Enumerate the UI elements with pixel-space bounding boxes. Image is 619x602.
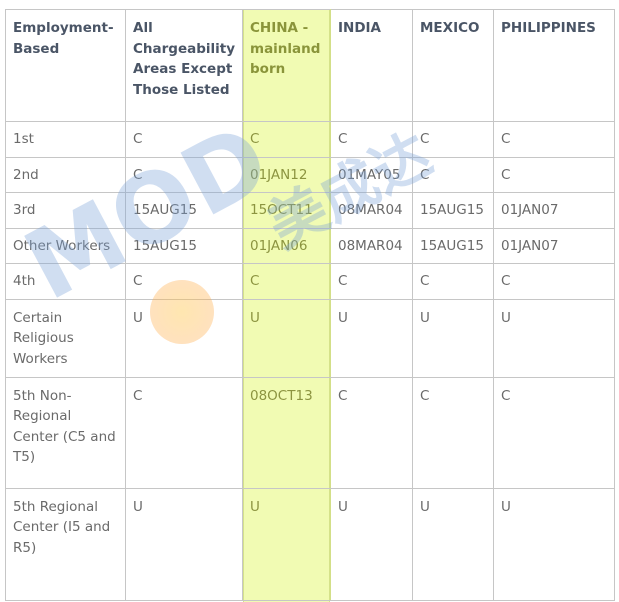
cell-philippines: 01JAN07 xyxy=(493,192,615,229)
row-category: 3rd xyxy=(5,192,126,229)
cell-china: C xyxy=(242,121,331,158)
cell-china: 01JAN12 xyxy=(242,156,331,193)
cell-china: U xyxy=(242,487,331,601)
cell-mexico: C xyxy=(412,376,494,489)
cell-india: 08MAR04 xyxy=(330,192,413,229)
table-row: 1st C C C C C xyxy=(5,121,615,158)
table-row: 2nd C 01JAN12 01MAY05 C C xyxy=(5,156,615,193)
cell-philippines: U xyxy=(493,298,615,378)
header-philippines: PHILIPPINES xyxy=(493,9,615,122)
cell-philippines: C xyxy=(493,263,615,300)
table-row: 4th C C C C C xyxy=(5,263,615,300)
cell-all: 15AUG15 xyxy=(125,192,243,229)
cell-india: C xyxy=(330,376,413,489)
row-category: Other Workers xyxy=(5,227,126,264)
row-category: 5th Non-Regional Center (C5 and T5) xyxy=(5,376,126,489)
header-employment-based: Employment-Based xyxy=(5,9,126,122)
cell-india: C xyxy=(330,121,413,158)
table-header-row: Employment-Based All Chargeability Areas… xyxy=(5,9,615,122)
cell-mexico: C xyxy=(412,156,494,193)
header-china: CHINA - mainland born xyxy=(242,9,331,122)
cell-all: C xyxy=(125,263,243,300)
header-all-chargeability: All Chargeability Areas Except Those Lis… xyxy=(125,9,243,122)
cell-all: U xyxy=(125,298,243,378)
table-row: Other Workers 15AUG15 01JAN06 08MAR04 15… xyxy=(5,227,615,264)
cell-all: U xyxy=(125,487,243,601)
cell-india: U xyxy=(330,487,413,601)
row-category: 4th xyxy=(5,263,126,300)
row-category: 5th Regional Center (I5 and R5) xyxy=(5,487,126,601)
cell-china: 01JAN06 xyxy=(242,227,331,264)
cell-philippines: U xyxy=(493,487,615,601)
cell-india: 08MAR04 xyxy=(330,227,413,264)
cell-mexico: 15AUG15 xyxy=(412,192,494,229)
cell-all: C xyxy=(125,376,243,489)
table-row: 5th Regional Center (I5 and R5) U U U U … xyxy=(5,487,615,601)
row-category: Certain Religious Workers xyxy=(5,298,126,378)
table-row: Certain Religious Workers U U U U U xyxy=(5,298,615,378)
cell-all: C xyxy=(125,121,243,158)
cell-mexico: C xyxy=(412,263,494,300)
cell-china: 08OCT13 xyxy=(242,376,331,489)
header-mexico: MEXICO xyxy=(412,9,494,122)
row-category: 1st xyxy=(5,121,126,158)
cell-india: U xyxy=(330,298,413,378)
cell-india: 01MAY05 xyxy=(330,156,413,193)
cell-philippines: C xyxy=(493,376,615,489)
cell-mexico: U xyxy=(412,487,494,601)
cell-mexico: C xyxy=(412,121,494,158)
cell-china: 15OCT11 xyxy=(242,192,331,229)
table-row: 3rd 15AUG15 15OCT11 08MAR04 15AUG15 01JA… xyxy=(5,192,615,229)
cell-mexico: 15AUG15 xyxy=(412,227,494,264)
cell-philippines: 01JAN07 xyxy=(493,227,615,264)
cell-all: C xyxy=(125,156,243,193)
cell-china: C xyxy=(242,263,331,300)
cell-all: 15AUG15 xyxy=(125,227,243,264)
header-india: INDIA xyxy=(330,9,413,122)
cell-india: C xyxy=(330,263,413,300)
cell-philippines: C xyxy=(493,156,615,193)
table-row: 5th Non-Regional Center (C5 and T5) C 08… xyxy=(5,376,615,489)
cell-china: U xyxy=(242,298,331,378)
cell-philippines: C xyxy=(493,121,615,158)
cell-mexico: U xyxy=(412,298,494,378)
row-category: 2nd xyxy=(5,156,126,193)
visa-bulletin-table: Employment-Based All Chargeability Areas… xyxy=(5,9,615,601)
